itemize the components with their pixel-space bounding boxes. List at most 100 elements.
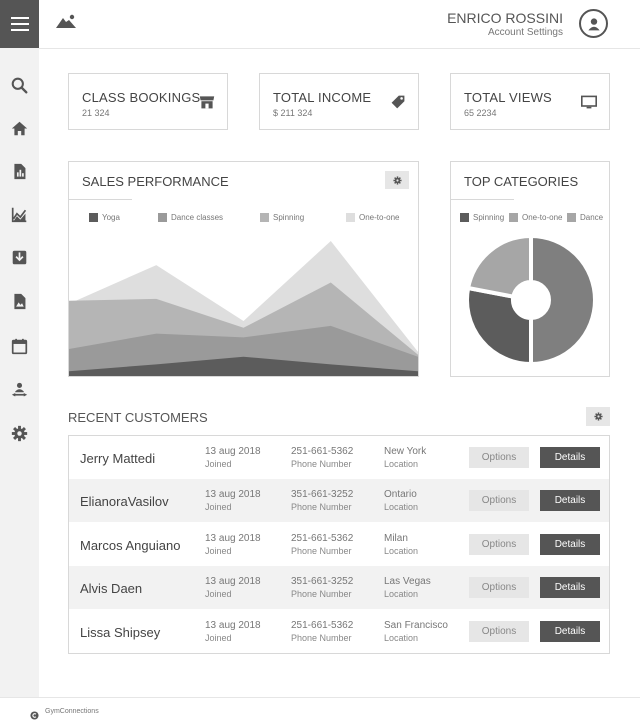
gear-icon [593, 412, 603, 421]
details-button[interactable]: Details [540, 621, 600, 642]
joined-date: 13 aug 2018 [205, 489, 261, 500]
inbox-icon[interactable] [0, 244, 39, 270]
legend-swatch [567, 213, 576, 222]
options-button[interactable]: Options [469, 621, 529, 642]
table-row: Lissa Shipsey 13 aug 2018 Joined 251-661… [69, 610, 609, 653]
customer-name: ElianoraVasilov [80, 494, 169, 509]
people-icon[interactable] [0, 377, 39, 403]
phone-number: 251-661-5362 [291, 620, 354, 631]
location: San Francisco [384, 620, 448, 631]
options-button[interactable]: Options [469, 490, 529, 511]
phone-label: Phone Number [291, 459, 352, 469]
legend-label: Dance [580, 213, 604, 222]
legend-item-one-to-one: One-to-one [509, 213, 562, 222]
customer-name: Lissa Shipsey [80, 625, 161, 640]
customer-name: Marcos Anguiano [80, 538, 181, 553]
copyright-icon [30, 707, 39, 720]
stat-title: TOTAL VIEWS [464, 90, 552, 105]
panel-underline [69, 199, 132, 200]
options-button[interactable]: Options [469, 534, 529, 555]
location-label: Location [384, 459, 419, 469]
table-row: Marcos Anguiano 13 aug 2018 Joined 251-6… [69, 523, 609, 566]
pie-slice-one-to-one [465, 233, 533, 299]
joined-label: Joined [205, 546, 232, 556]
pie-slice-spinning [465, 285, 533, 367]
legend-label: One-to-one [359, 213, 400, 222]
phone-number: 351-661-3252 [291, 489, 354, 500]
table-row: ElianoraVasilov 13 aug 2018 Joined 351-6… [69, 479, 609, 522]
panel-title: TOP CATEGORIES [464, 174, 579, 189]
user-icon[interactable] [579, 9, 608, 38]
joined-label: Joined [205, 633, 232, 643]
legend-swatch [89, 213, 98, 222]
legend-item-spinning: Spinning [460, 213, 504, 222]
customer-name: Jerry Mattedi [80, 451, 156, 466]
categories-donut-chart [465, 233, 597, 367]
customers-settings-button[interactable] [586, 407, 610, 426]
phone-number: 251-661-5362 [291, 533, 354, 544]
legend-item-one-to-one: One-to-one [346, 213, 399, 222]
account-settings-link[interactable]: Account Settings [488, 27, 563, 38]
legend-label: One-to-one [522, 213, 563, 222]
details-button[interactable]: Details [540, 534, 600, 555]
store-icon [199, 94, 215, 110]
calendar-icon[interactable] [0, 333, 39, 359]
joined-label: Joined [205, 589, 232, 599]
legend-label: Dance classes [171, 213, 224, 222]
joined-date: 13 aug 2018 [205, 446, 261, 457]
sales-performance-panel: SALES PERFORMANCE Yoga Dance classes Spi… [68, 161, 419, 377]
stat-card-total-views: TOTAL VIEWS 65 2234 [450, 73, 610, 130]
details-button[interactable]: Details [540, 447, 600, 468]
table-row: Alvis Daen 13 aug 2018 Joined 351-661-32… [69, 566, 609, 609]
phone-label: Phone Number [291, 502, 352, 512]
location-label: Location [384, 589, 419, 599]
stat-value: 65 2234 [464, 108, 497, 118]
home-icon[interactable] [0, 115, 39, 141]
footer-brand: GymConnections [45, 708, 99, 715]
sidebar [0, 0, 39, 697]
details-button[interactable]: Details [540, 490, 600, 511]
legend-item-dance: Dance [567, 213, 603, 222]
stat-card-class-bookings: CLASS BOOKINGS 21 324 [68, 73, 228, 130]
chart-settings-button[interactable] [385, 171, 409, 189]
search-icon[interactable] [0, 72, 39, 98]
location-label: Location [384, 546, 419, 556]
joined-date: 13 aug 2018 [205, 533, 261, 544]
monitor-icon [581, 94, 597, 110]
location: Ontario [384, 489, 417, 500]
joined-date: 13 aug 2018 [205, 620, 261, 631]
customers-table: Jerry Mattedi 13 aug 2018 Joined 251-661… [68, 435, 610, 654]
gear-icon [392, 175, 402, 185]
report-icon[interactable] [0, 158, 39, 184]
sales-area-chart [69, 241, 418, 376]
recent-customers-title: RECENT CUSTOMERS [68, 410, 208, 425]
stat-value: $ 211 324 [273, 108, 313, 118]
table-row: Jerry Mattedi 13 aug 2018 Joined 251-661… [69, 436, 609, 479]
phone-number: 351-661-3252 [291, 576, 354, 587]
location: New York [384, 446, 427, 457]
phone-label: Phone Number [291, 633, 352, 643]
details-button[interactable]: Details [540, 577, 600, 598]
mountain-icon [56, 14, 76, 28]
line-chart-icon[interactable] [0, 201, 39, 227]
image-file-icon[interactable] [0, 288, 39, 314]
joined-label: Joined [205, 459, 232, 469]
stat-card-total-income: TOTAL INCOME $ 211 324 [259, 73, 419, 130]
joined-label: Joined [205, 502, 232, 512]
options-button[interactable]: Options [469, 577, 529, 598]
phone-number: 251-661-5362 [291, 446, 354, 457]
legend-swatch [346, 213, 355, 222]
top-categories-panel: TOP CATEGORIES Spinning One-to-one Dance [450, 161, 610, 377]
pie-slice-dance [529, 233, 597, 367]
gear-icon[interactable] [0, 420, 39, 446]
user-name: ENRICO ROSSINI [447, 10, 563, 26]
phone-label: Phone Number [291, 589, 352, 599]
stat-title: TOTAL INCOME [273, 90, 372, 105]
legend-swatch [509, 213, 518, 222]
hamburger-icon[interactable] [0, 0, 39, 48]
options-button[interactable]: Options [469, 447, 529, 468]
tag-icon [390, 94, 406, 110]
footer: GymConnections [0, 697, 640, 728]
legend-item-yoga: Yoga [89, 213, 120, 222]
location-label: Location [384, 502, 419, 512]
